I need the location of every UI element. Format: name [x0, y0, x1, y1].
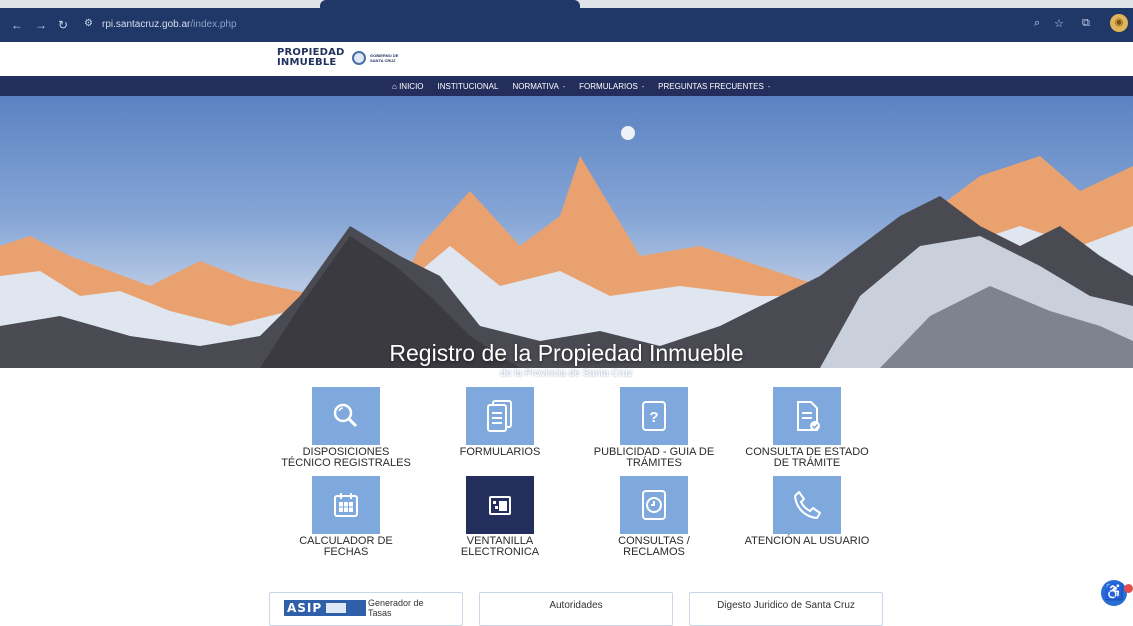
browser-toolbar: ← → ↻ ⚙ rpi.santacruz.gob.ar/index.php ⌕… — [0, 0, 1133, 42]
extensions-icon[interactable]: ⧉ — [1082, 17, 1090, 30]
nav-normativa[interactable]: NORMATIVA - — [512, 82, 565, 91]
asip-logo: ASIP — [284, 600, 366, 616]
hero-banner: Registro de la Propiedad Inmueble — [0, 96, 1133, 368]
tile-label[interactable]: CALCULADOR DE FECHAS — [281, 536, 411, 558]
nav-inicio[interactable]: ⌂ INICIO — [392, 82, 424, 91]
document-check-icon[interactable] — [773, 387, 841, 445]
notification-dot — [1124, 584, 1133, 593]
bookmark-star-icon[interactable]: ☆ — [1054, 17, 1064, 30]
phone-icon[interactable] — [773, 476, 841, 534]
tile-disposiciones[interactable]: DISPOSICIONES TÉCNICO REGISTRALES — [281, 387, 411, 469]
search-icon[interactable] — [312, 387, 380, 445]
nav-preguntas-frecuentes[interactable]: PREGUNTAS FRECUENTES - — [658, 82, 770, 91]
back-arrow-icon[interactable]: ← — [10, 18, 24, 32]
documents-icon[interactable] — [466, 387, 534, 445]
tile-label[interactable]: CONSULTA DE ESTADO DE TRÁMITE — [742, 447, 872, 469]
hero-title: Registro de la Propiedad Inmueble — [389, 340, 744, 366]
tile-label[interactable]: CONSULTAS / RECLAMOS — [589, 536, 719, 558]
site-logo[interactable]: PROPIEDAD INMUEBLE — [277, 48, 345, 68]
tile-label[interactable]: PUBLICIDAD - GUIA DE TRÁMITES — [589, 447, 719, 469]
svg-text:?: ? — [649, 409, 658, 426]
nav-formularios[interactable]: FORMULARIOS - — [579, 82, 644, 91]
tile-calculador[interactable]: CALCULADOR DE FECHAS — [281, 476, 411, 558]
autoridades-label[interactable]: Autoridades — [480, 600, 672, 611]
digesto-label[interactable]: Digesto Juridico de Santa Cruz — [690, 600, 882, 611]
asip-generador-tasas-link[interactable]: ASIP Generador de Tasas — [269, 592, 463, 626]
active-tab[interactable] — [320, 0, 580, 8]
tile-atencion[interactable]: ATENCIÓN AL USUARIO — [742, 476, 872, 547]
calendar-icon[interactable] — [312, 476, 380, 534]
tile-ventanilla[interactable]: VENTANILLA ELECTRONICA — [435, 476, 565, 558]
nav-institucional[interactable]: INSTITUCIONAL — [438, 82, 499, 91]
tile-label[interactable]: VENTANILLA ELECTRONICA — [435, 536, 565, 558]
clock-document-icon[interactable] — [620, 476, 688, 534]
digesto-juridico-link[interactable]: Digesto Juridico de Santa Cruz — [689, 592, 883, 626]
tile-consulta-estado[interactable]: CONSULTA DE ESTADO DE TRÁMITE — [742, 387, 872, 469]
tile-label[interactable]: ATENCIÓN AL USUARIO — [742, 536, 872, 547]
mountain-landscape-image — [0, 126, 1133, 368]
dropdown-caret-icon: - — [562, 83, 566, 91]
reload-icon[interactable]: ↻ — [56, 18, 70, 32]
site-header: PROPIEDAD INMUEBLE GOBIERNO DE SANTA CRU… — [0, 42, 1133, 76]
home-icon: ⌂ — [392, 81, 397, 91]
tile-formularios[interactable]: FORMULARIOS — [435, 387, 565, 458]
tile-publicidad[interactable]: ? PUBLICIDAD - GUIA DE TRÁMITES — [589, 387, 719, 469]
forward-arrow-icon[interactable]: → — [34, 18, 48, 32]
zoom-icon[interactable]: ⌕ — [1034, 17, 1040, 30]
accessibility-icon[interactable]: ♿ — [1101, 580, 1127, 606]
dropdown-caret-icon: - — [641, 83, 645, 91]
tile-consultas-reclamos[interactable]: CONSULTAS / RECLAMOS — [589, 476, 719, 558]
electronic-window-icon[interactable] — [466, 476, 534, 534]
main-nav: ⌂ INICIO INSTITUCIONAL NORMATIVA - FORMUL… — [0, 76, 1133, 96]
asip-link-label[interactable]: Generador de Tasas — [368, 598, 428, 618]
tile-label[interactable]: DISPOSICIONES TÉCNICO REGISTRALES — [281, 447, 411, 469]
profile-avatar-icon[interactable]: ◉ — [1110, 14, 1128, 32]
dropdown-caret-icon: - — [767, 83, 771, 91]
tile-label[interactable]: FORMULARIOS — [435, 447, 565, 458]
gov-shield-icon — [352, 51, 366, 65]
help-document-icon[interactable]: ? — [620, 387, 688, 445]
hero-subtitle: de la Provincia de Santa Cruz — [500, 368, 633, 379]
url-text[interactable]: rpi.santacruz.gob.ar/index.php — [102, 19, 237, 30]
autoridades-link[interactable]: Autoridades — [479, 592, 673, 626]
tab-strip — [0, 0, 1133, 8]
gov-logo-text: GOBIERNO DE SANTA CRUZ — [370, 53, 399, 63]
site-settings-icon[interactable]: ⚙ — [84, 18, 93, 29]
address-bar[interactable]: ⚙ rpi.santacruz.gob.ar/index.php — [76, 16, 1086, 36]
